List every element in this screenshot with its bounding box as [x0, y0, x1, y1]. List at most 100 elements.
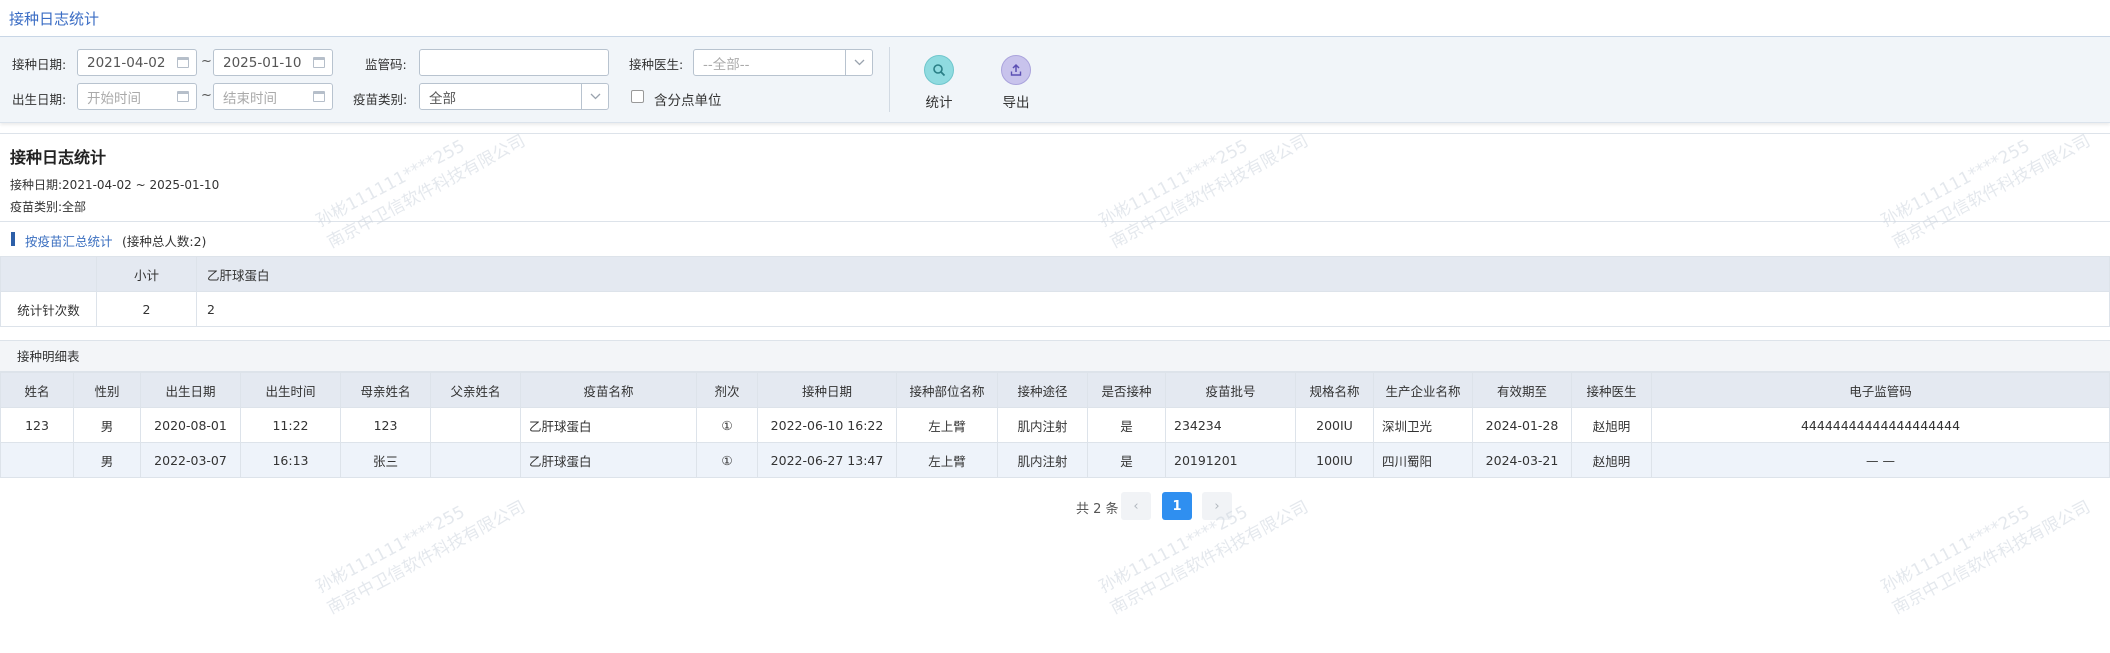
- vacc-date-to-input[interactable]: 2025-01-10: [213, 49, 333, 76]
- column-header[interactable]: 性别: [73, 372, 141, 408]
- table-cell: 左上臂: [896, 442, 998, 478]
- column-header[interactable]: 规格名称: [1295, 372, 1374, 408]
- table-cell: ①: [696, 442, 758, 478]
- table-row[interactable]: 男 2022-03-07 16:13 张三 乙肝球蛋白 ① 2022-06-27…: [0, 442, 2110, 478]
- birth-date-start-placeholder: 开始时间: [87, 90, 141, 107]
- report-header: 接种日志统计 接种日期:2021-04-02 ~ 2025-01-10 疫苗类别…: [0, 133, 2110, 221]
- birth-date-end-placeholder: 结束时间: [223, 90, 277, 107]
- table-cell: 张三: [340, 442, 431, 478]
- doctor-value: --全部--: [703, 56, 750, 73]
- column-header[interactable]: 电子监管码: [1651, 372, 2110, 408]
- table-cell: 123: [0, 407, 74, 443]
- report-type-line: 疫苗类别:全部: [10, 200, 87, 214]
- range-separator: ~: [201, 88, 212, 103]
- column-header[interactable]: 生产企业名称: [1373, 372, 1473, 408]
- column-header[interactable]: 有效期至: [1472, 372, 1572, 408]
- birth-date-end-input[interactable]: 结束时间: [213, 83, 333, 110]
- table-cell: 20191201: [1165, 442, 1296, 478]
- column-header[interactable]: 疫苗批号: [1165, 372, 1296, 408]
- table-row[interactable]: 123 男 2020-08-01 11:22 123 乙肝球蛋白 ① 2022-…: [0, 407, 2110, 443]
- table-cell: 200IU: [1295, 407, 1374, 443]
- vaccine-type-select[interactable]: 全部: [419, 83, 609, 110]
- doctor-label: 接种医生:: [629, 57, 684, 72]
- table-cell: 乙肝球蛋白: [520, 442, 697, 478]
- pagination-total: 共 2 条: [1076, 502, 1119, 517]
- calendar-icon: [177, 91, 189, 102]
- calendar-icon: [313, 91, 325, 102]
- column-header[interactable]: 姓名: [0, 372, 74, 408]
- table-cell: 234234: [1165, 407, 1296, 443]
- chevron-down-icon: [845, 50, 872, 75]
- export-button-label: 导出: [1002, 95, 1030, 111]
- summary-by-vaccine-link[interactable]: 按疫苗汇总统计: [25, 231, 113, 250]
- filter-panel: 接种日期: 2021-04-02 ~ 2025-01-10 出生日期: 开始时间…: [0, 37, 2110, 123]
- column-header[interactable]: 接种部位名称: [896, 372, 998, 408]
- vaccine-type-value: 全部: [429, 90, 456, 107]
- divider: [889, 47, 890, 112]
- table-cell: 乙肝球蛋白: [520, 407, 697, 443]
- table-cell: 是: [1087, 407, 1166, 443]
- section-marker: [11, 232, 15, 246]
- table-cell: 123: [340, 407, 431, 443]
- table-cell: [430, 442, 521, 478]
- table-cell: 2024-01-28: [1472, 407, 1572, 443]
- table-cell: 四川蜀阳: [1373, 442, 1473, 478]
- report-date-line: 接种日期:2021-04-02 ~ 2025-01-10: [10, 178, 220, 192]
- stats-button-label: 统计: [925, 95, 953, 111]
- column-header[interactable]: 疫苗名称: [520, 372, 697, 408]
- summary-header-cell: [0, 256, 97, 292]
- table-cell: 2022-03-07: [140, 442, 241, 478]
- include-sub-label: 含分点单位: [654, 93, 722, 109]
- column-header[interactable]: 母亲姓名: [340, 372, 431, 408]
- table-cell: 11:22: [240, 407, 341, 443]
- calendar-icon: [313, 57, 325, 68]
- next-page-button[interactable]: ›: [1202, 492, 1232, 520]
- pagination: 共 2 条 ‹ 1 ›: [0, 492, 2110, 520]
- vaccine-type-label: 疫苗类别:: [353, 92, 408, 107]
- supervision-code-input[interactable]: [419, 49, 609, 76]
- detail-table: 姓名 性别 出生日期 出生时间 母亲姓名 父亲姓名 疫苗名称 剂次 接种日期 接…: [0, 372, 2110, 478]
- column-header[interactable]: 剂次: [696, 372, 758, 408]
- table-cell: 左上臂: [896, 407, 998, 443]
- vacc-date-label: 接种日期:: [12, 57, 67, 72]
- vacc-date-from-input[interactable]: 2021-04-02: [77, 49, 197, 76]
- summary-header-cell: 小计: [96, 256, 197, 292]
- export-button[interactable]: 导出: [986, 55, 1046, 115]
- detail-header-row: 姓名 性别 出生日期 出生时间 母亲姓名 父亲姓名 疫苗名称 剂次 接种日期 接…: [0, 372, 2110, 408]
- table-cell: 2022-06-27 13:47: [757, 442, 897, 478]
- stats-button[interactable]: 统计: [909, 55, 969, 115]
- column-header[interactable]: 接种途径: [997, 372, 1088, 408]
- column-header[interactable]: 父亲姓名: [430, 372, 521, 408]
- table-cell: ①: [696, 407, 758, 443]
- table-cell: 男: [73, 442, 141, 478]
- column-header[interactable]: 是否接种: [1087, 372, 1166, 408]
- table-cell: 赵旭明: [1571, 442, 1652, 478]
- calendar-icon: [177, 57, 189, 68]
- table-cell: 是: [1087, 442, 1166, 478]
- column-header[interactable]: 出生时间: [240, 372, 341, 408]
- page-title: 接种日志统计: [9, 9, 100, 28]
- summary-header-cell: 乙肝球蛋白: [196, 256, 2110, 292]
- doctor-select[interactable]: --全部--: [693, 49, 873, 76]
- report-title: 接种日志统计: [10, 148, 107, 167]
- table-cell: 2020-08-01: [140, 407, 241, 443]
- range-separator: ~: [201, 54, 212, 69]
- table-cell: [430, 407, 521, 443]
- birth-date-label: 出生日期:: [12, 92, 67, 107]
- column-header[interactable]: 出生日期: [140, 372, 241, 408]
- vacc-date-to-value: 2025-01-10: [223, 54, 302, 71]
- table-cell: 16:13: [240, 442, 341, 478]
- column-header[interactable]: 接种日期: [757, 372, 897, 408]
- magnifier-icon: [924, 55, 954, 85]
- birth-date-start-input[interactable]: 开始时间: [77, 83, 197, 110]
- upload-icon: [1001, 55, 1031, 85]
- prev-page-button[interactable]: ‹: [1121, 492, 1151, 520]
- page-1-button[interactable]: 1: [1162, 492, 1192, 520]
- table-cell: 赵旭明: [1571, 407, 1652, 443]
- summary-table: 小计 乙肝球蛋白 统计针次数 2 2: [0, 256, 2110, 327]
- table-cell: — —: [1651, 442, 2110, 478]
- table-cell: 2022-06-10 16:22: [757, 407, 897, 443]
- chevron-down-icon: [581, 84, 608, 109]
- include-sub-checkbox[interactable]: [631, 90, 644, 103]
- column-header[interactable]: 接种医生: [1571, 372, 1652, 408]
